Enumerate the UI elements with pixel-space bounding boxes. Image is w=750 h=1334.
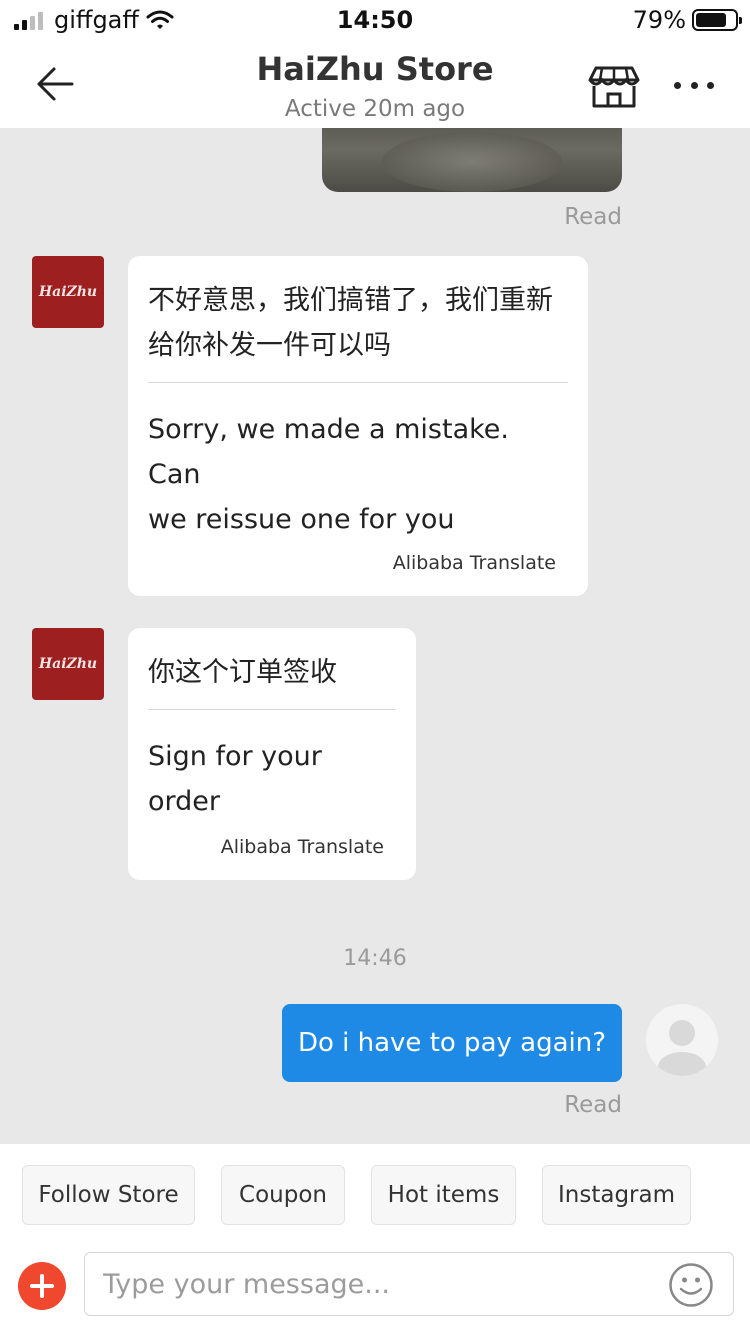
status-bar: giffgaff 14:50 79% (0, 0, 750, 42)
emoji-icon[interactable] (668, 1262, 714, 1308)
message-input-bar (0, 1244, 750, 1334)
battery-percent: 79% (632, 6, 686, 34)
divider (148, 382, 568, 383)
store-avatar-logo: HaiZhu (38, 284, 98, 300)
battery-icon (692, 9, 742, 31)
user-avatar[interactable] (646, 1004, 718, 1076)
instagram-button[interactable]: Instagram (542, 1165, 691, 1225)
store-message-bubble[interactable]: 你这个订单签收 Sign for your order Alibaba Tran… (128, 628, 416, 880)
add-attachment-button[interactable] (18, 1262, 66, 1310)
store-avatar-logo: HaiZhu (38, 656, 98, 672)
quick-actions-bar: Follow Store Coupon Hot items Instagram (0, 1144, 750, 1244)
chat-area[interactable]: Read HaiZhu 不好意思，我们搞错了，我们重新 给你补发一件可以吗 So… (0, 128, 750, 1144)
more-options-icon[interactable] (674, 74, 714, 96)
my-message-bubble[interactable]: Do i have to pay again? (282, 1004, 622, 1082)
translation-credit: Alibaba Translate (392, 552, 556, 574)
store-avatar[interactable]: HaiZhu (32, 628, 104, 700)
coupon-button[interactable]: Coupon (221, 1165, 345, 1225)
hot-items-button[interactable]: Hot items (371, 1165, 516, 1225)
message-input[interactable] (84, 1252, 734, 1316)
translation-credit: Alibaba Translate (220, 836, 384, 858)
chat-header: HaiZhu Store Active 20m ago (0, 42, 750, 128)
translated-message: Sorry, we made a mistake. Can we reissue… (148, 414, 509, 535)
translated-message: Sign for your order (148, 741, 322, 817)
store-message-bubble[interactable]: 不好意思，我们搞错了，我们重新 给你补发一件可以吗 Sorry, we made… (128, 256, 588, 596)
message-timestamp: 14:46 (343, 946, 407, 971)
read-receipt: Read (564, 204, 622, 230)
original-message: 你这个订单签收 (148, 657, 337, 688)
follow-store-button[interactable]: Follow Store (22, 1165, 195, 1225)
read-receipt: Read (564, 1092, 622, 1118)
divider (148, 709, 396, 710)
store-icon[interactable] (588, 64, 640, 108)
store-avatar[interactable]: HaiZhu (32, 256, 104, 328)
original-message: 不好意思，我们搞错了，我们重新 给你补发一件可以吗 (148, 285, 553, 361)
sent-photo[interactable] (322, 128, 622, 192)
